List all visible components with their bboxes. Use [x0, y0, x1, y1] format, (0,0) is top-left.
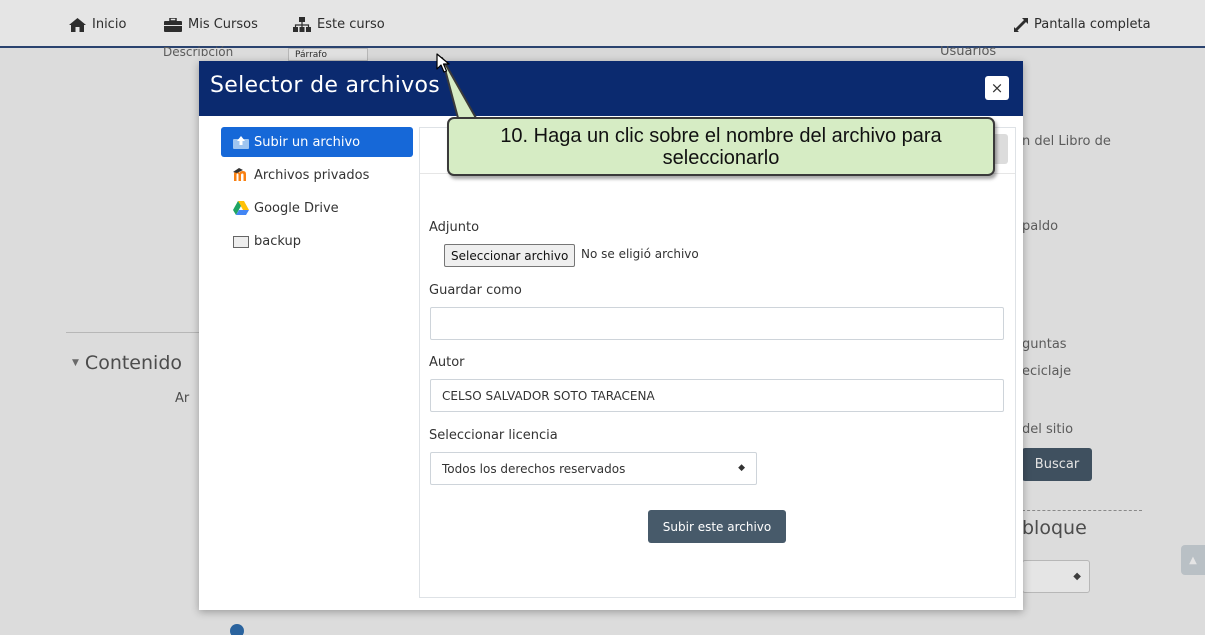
- license-value: Todos los derechos reservados: [442, 461, 626, 476]
- moodle-icon: [233, 168, 246, 181]
- repo-upload-file[interactable]: Subir un archivo: [221, 127, 413, 157]
- license-select[interactable]: Todos los derechos reservados ◆: [430, 452, 757, 485]
- close-icon: ×: [990, 79, 1004, 97]
- author-input[interactable]: CELSO SALVADOR SOTO TARACENA: [430, 379, 1004, 412]
- repo-label: Google Drive: [254, 200, 339, 216]
- mouse-cursor-icon: [436, 53, 450, 73]
- repository-list: Subir un archivo Archivos privados Googl…: [221, 127, 413, 259]
- upload-file-button[interactable]: Subir este archivo: [648, 510, 786, 543]
- close-button[interactable]: ×: [985, 76, 1009, 100]
- tutorial-callout: 10. Haga un clic sobre el nombre del arc…: [447, 117, 995, 176]
- callout-text: 10. Haga un clic sobre el nombre del arc…: [500, 124, 942, 169]
- attachment-label: Adjunto: [429, 220, 480, 235]
- save-as-label: Guardar como: [429, 283, 522, 298]
- save-as-input[interactable]: [430, 307, 1004, 340]
- license-label: Seleccionar licencia: [429, 428, 558, 443]
- google-drive-icon: [233, 201, 249, 215]
- select-arrows-icon: ◆: [738, 463, 745, 473]
- folder-icon: [233, 235, 249, 248]
- repo-label: Subir un archivo: [254, 134, 361, 150]
- repo-google-drive[interactable]: Google Drive: [221, 193, 413, 223]
- no-file-text: No se eligió archivo: [581, 247, 699, 261]
- author-label: Autor: [429, 355, 465, 370]
- dialog-header: Selector de archivos ×: [199, 61, 1023, 116]
- dialog-title: Selector de archivos: [210, 73, 440, 98]
- upload-icon: [233, 136, 249, 149]
- repo-backup[interactable]: backup: [221, 226, 413, 256]
- choose-file-button[interactable]: Seleccionar archivo: [444, 244, 576, 267]
- repo-label: backup: [254, 233, 301, 249]
- repo-private-files[interactable]: Archivos privados: [221, 160, 413, 190]
- repo-label: Archivos privados: [254, 167, 370, 183]
